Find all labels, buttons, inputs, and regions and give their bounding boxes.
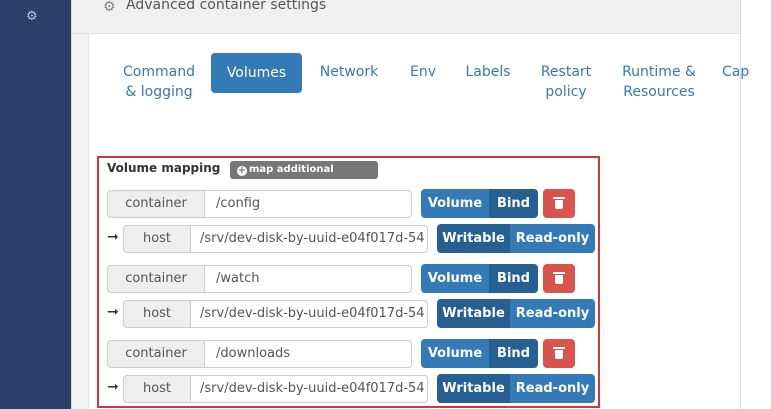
container-addon: container (107, 340, 205, 368)
trash-icon (553, 272, 565, 284)
map-additional-volume-button[interactable]: + map additional volume (230, 161, 378, 193)
read-only-button[interactable]: Read-only (510, 224, 595, 253)
remove-volume-button[interactable] (543, 339, 575, 368)
gears-icon[interactable]: ⚙ (26, 9, 38, 24)
container-path-input[interactable]: /downloads (205, 340, 412, 368)
host-path-input[interactable]: /srv/dev-disk-by-uuid-e04f017d-54 (191, 300, 428, 328)
arrow-right-icon: ➞ (107, 229, 119, 245)
tab-labels[interactable]: Labels (461, 62, 515, 82)
tab-restart-policy[interactable]: Restart policy (535, 62, 597, 102)
bind-type-button[interactable]: Bind (489, 264, 538, 293)
gear-icon: ⚙ (103, 0, 116, 15)
arrow-right-icon: ➞ (107, 304, 119, 320)
host-addon: host (123, 375, 191, 403)
container-path-input[interactable]: /watch (205, 265, 412, 293)
plus-circle-icon: + (237, 165, 247, 176)
sidebar: ⚙ (0, 0, 71, 409)
trash-icon (553, 197, 565, 209)
volume-type-button[interactable]: Volume (421, 264, 489, 293)
arrow-right-icon: ➞ (107, 379, 119, 395)
volume-type-button[interactable]: Volume (421, 339, 489, 368)
tab-command-logging[interactable]: Command & logging (118, 62, 200, 102)
tab-capabilities[interactable]: Cap (722, 62, 758, 82)
container-addon: container (107, 265, 205, 293)
remove-volume-button[interactable] (543, 264, 575, 293)
writable-button[interactable]: Writable (437, 374, 510, 403)
remove-volume-button[interactable] (543, 189, 575, 218)
volume-mapping-title: Volume mapping (107, 161, 221, 175)
host-addon: host (123, 225, 191, 253)
container-addon: container (107, 190, 205, 218)
tab-volumes[interactable]: Volumes (211, 53, 302, 93)
tab-network[interactable]: Network (314, 62, 384, 82)
volume-type-button[interactable]: Volume (421, 189, 489, 218)
panel-title: Advanced container settings (126, 0, 327, 13)
container-path-input[interactable]: /config (205, 190, 412, 218)
host-path-input[interactable]: /srv/dev-disk-by-uuid-e04f017d-54 (191, 225, 428, 253)
tab-runtime-resources[interactable]: Runtime & Resources (618, 62, 700, 102)
host-addon: host (123, 300, 191, 328)
panel-header: ⚙ Advanced container settings (72, 0, 740, 34)
bind-type-button[interactable]: Bind (489, 189, 538, 218)
host-path-input[interactable]: /srv/dev-disk-by-uuid-e04f017d-54 (191, 375, 428, 403)
writable-button[interactable]: Writable (437, 224, 510, 253)
writable-button[interactable]: Writable (437, 299, 510, 328)
trash-icon (553, 347, 565, 359)
bind-type-button[interactable]: Bind (489, 339, 538, 368)
tab-env[interactable]: Env (405, 62, 441, 82)
read-only-button[interactable]: Read-only (510, 374, 595, 403)
read-only-button[interactable]: Read-only (510, 299, 595, 328)
